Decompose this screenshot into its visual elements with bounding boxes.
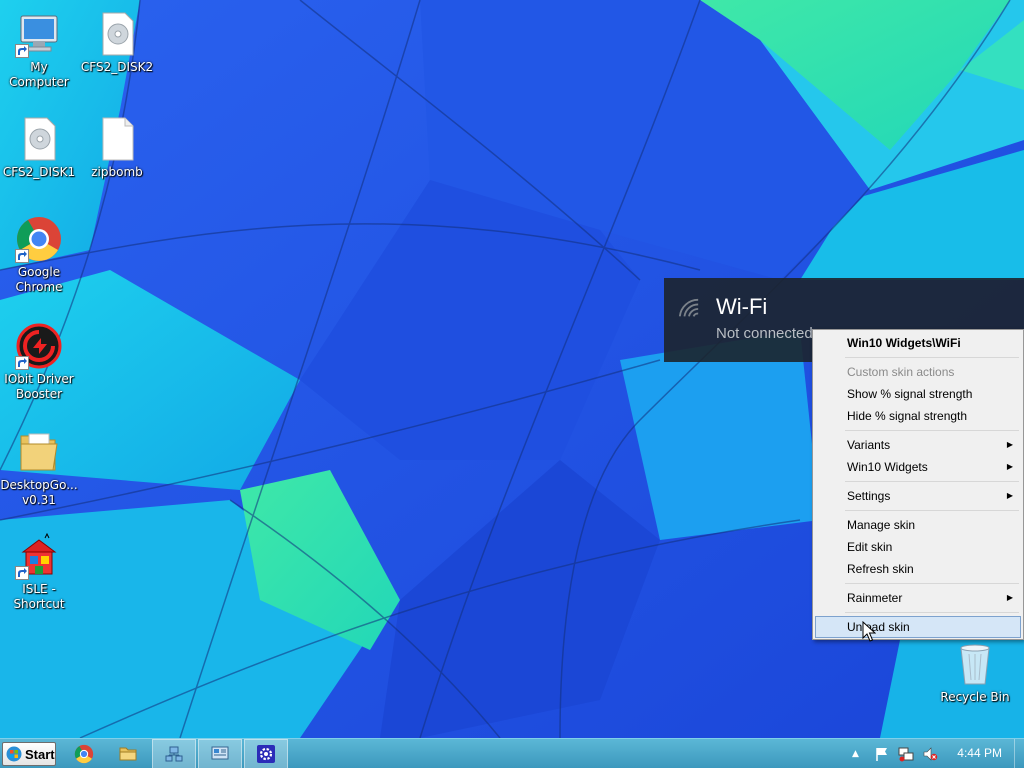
- wifi-title: Wi-Fi: [716, 294, 768, 319]
- folder-icon: [119, 747, 137, 761]
- volume-muted-icon[interactable]: [922, 746, 938, 762]
- menu-separator: [845, 583, 1019, 584]
- menu-item-hide-signal-strength[interactable]: Hide % signal strength: [815, 405, 1021, 427]
- menu-item-custom-skin-actions: Custom skin actions: [847, 365, 955, 379]
- desktop-icon-iobit-driver-booster[interactable]: IObit Driver Booster: [0, 322, 78, 402]
- windows-logo-icon: [6, 746, 22, 762]
- wifi-signal-icon: [678, 298, 699, 317]
- menu-item-skin-title[interactable]: Win10 Widgets\WiFi: [815, 332, 1021, 354]
- menu-item-label: Rainmeter: [847, 591, 903, 605]
- desktop-icon-label: zipbomb: [91, 165, 143, 179]
- start-label: Start: [25, 746, 55, 762]
- menu-separator: [845, 612, 1019, 613]
- chrome-icon: [15, 215, 63, 263]
- chrome-icon: [74, 744, 94, 764]
- computer-icon: [15, 10, 63, 58]
- submenu-arrow-icon: ▶: [1006, 440, 1013, 449]
- desktop-icon-label: Recycle Bin: [940, 690, 1010, 704]
- network-app-icon: [165, 746, 183, 762]
- flag-icon[interactable]: [874, 746, 890, 762]
- desktop-icon-cfs2-disk2[interactable]: CFS2_DISK2: [78, 10, 156, 75]
- menu-separator: [845, 510, 1019, 511]
- menu-item-variants[interactable]: Variants ▶: [815, 434, 1021, 456]
- menu-separator: [845, 357, 1019, 358]
- control-panel-icon: [211, 746, 229, 760]
- desktop-icon-isle-shortcut[interactable]: ISLE - Shortcut: [0, 532, 78, 612]
- disc-image-icon: [93, 10, 141, 58]
- menu-item-refresh-skin[interactable]: Refresh skin: [815, 558, 1021, 580]
- menu-item-edit-skin[interactable]: Edit skin: [815, 536, 1021, 558]
- taskbar: Start ▲ 4:44 PM: [0, 738, 1024, 768]
- desktop-icon-google-chrome[interactable]: Google Chrome: [0, 215, 78, 295]
- taskbar-chrome-button[interactable]: [62, 739, 106, 768]
- desktop-icon-zipbomb[interactable]: zipbomb: [78, 115, 156, 180]
- isle-house-icon: [15, 532, 63, 580]
- driver-booster-icon: [15, 322, 63, 370]
- desktop-icon-my-computer[interactable]: My Computer: [0, 10, 78, 90]
- taskbar-clock[interactable]: 4:44 PM: [957, 746, 1002, 760]
- desktop-icon-label: DesktopGo... v0.31: [0, 478, 78, 507]
- desktop-icon-label: CFS2_DISK1: [2, 165, 76, 179]
- tray-expand-icon[interactable]: ▲: [852, 746, 868, 762]
- desktop-icon-label: My Computer: [9, 60, 69, 89]
- taskbar-network-app-button[interactable]: [152, 739, 196, 768]
- menu-item-unload-skin[interactable]: Unload skin: [815, 616, 1021, 638]
- taskbar-control-panel-button[interactable]: [198, 739, 242, 768]
- shortcut-arrow-icon: [15, 566, 29, 580]
- mouse-cursor-icon: [862, 621, 876, 642]
- shortcut-arrow-icon: [15, 356, 29, 370]
- desktop-icon-label: IObit Driver Booster: [4, 372, 74, 401]
- menu-separator: [845, 481, 1019, 482]
- disc-image-icon: [15, 115, 63, 163]
- desktop-icon-label: Google Chrome: [15, 265, 63, 294]
- submenu-arrow-icon: ▶: [1006, 462, 1013, 471]
- shortcut-arrow-icon: [15, 249, 29, 263]
- menu-item-label: Settings: [847, 489, 891, 503]
- menu-item-label: Variants: [847, 438, 891, 452]
- network-icon[interactable]: [898, 746, 914, 762]
- desktop-icon-label: CFS2_DISK2: [80, 60, 154, 74]
- menu-item-settings[interactable]: Settings ▶: [815, 485, 1021, 507]
- taskbar-rainmeter-button[interactable]: [244, 739, 288, 768]
- shortcut-arrow-icon: [15, 44, 29, 58]
- file-icon: [93, 115, 141, 163]
- wifi-status: Not connected: [716, 325, 813, 342]
- menu-item-win10-widgets[interactable]: Win10 Widgets ▶: [815, 456, 1021, 478]
- start-button[interactable]: Start: [2, 742, 56, 766]
- menu-item-label: Win10 Widgets: [847, 460, 928, 474]
- gear-icon: [257, 745, 275, 763]
- desktop-icon-label: ISLE - Shortcut: [13, 582, 65, 611]
- menu-item-rainmeter[interactable]: Rainmeter ▶: [815, 587, 1021, 609]
- menu-item-manage-skin[interactable]: Manage skin: [815, 514, 1021, 536]
- folder-icon: [15, 428, 63, 476]
- submenu-arrow-icon: ▶: [1006, 593, 1013, 602]
- menu-item-show-signal-strength[interactable]: Show % signal strength: [815, 383, 1021, 405]
- submenu-arrow-icon: ▶: [1006, 491, 1013, 500]
- show-desktop-button[interactable]: [1014, 739, 1024, 768]
- desktop-icon-recycle-bin[interactable]: Recycle Bin: [936, 640, 1014, 705]
- desktop-icon-desktopgo[interactable]: DesktopGo... v0.31: [0, 428, 78, 508]
- menu-separator: [845, 430, 1019, 431]
- recycle-bin-icon: [951, 640, 999, 688]
- skin-context-menu: Win10 Widgets\WiFi Custom skin actions S…: [812, 329, 1024, 640]
- desktop-icon-cfs2-disk1[interactable]: CFS2_DISK1: [0, 115, 78, 180]
- taskbar-explorer-button[interactable]: [106, 739, 150, 768]
